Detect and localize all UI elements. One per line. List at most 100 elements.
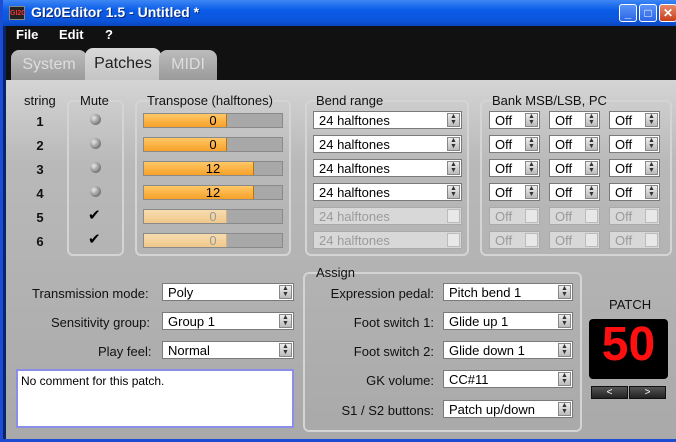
string-number: 5 <box>36 210 44 225</box>
bank-select-1[interactable]: Off ▲▼ <box>489 111 540 129</box>
bank-select-1[interactable]: Off ▲▼ <box>489 231 540 249</box>
spinner-icon[interactable]: ▲▼ <box>525 233 538 247</box>
comment-textarea[interactable]: No comment for this patch. <box>16 369 294 428</box>
bank-select-2[interactable]: Off ▲▼ <box>549 135 600 153</box>
bank-value: Off <box>495 209 513 224</box>
spinner-icon[interactable]: ▲▼ <box>645 185 658 199</box>
spinner-icon[interactable]: ▲▼ <box>447 209 460 223</box>
tab-system[interactable]: System <box>11 50 87 80</box>
patch-next-button[interactable]: > <box>629 386 666 399</box>
play-feel-select[interactable]: Normal ▲ ▼ <box>162 341 294 359</box>
bend-group-label: Bend range <box>316 93 384 108</box>
transpose-slider[interactable]: 0 <box>143 113 283 128</box>
menu-file[interactable]: File <box>16 27 38 42</box>
spinner-icon[interactable]: ▲▼ <box>525 113 538 127</box>
transpose-slider[interactable]: 0 <box>143 137 283 152</box>
transpose-slider[interactable]: 0 <box>143 233 283 248</box>
bend-range-select[interactable]: 24 halftones ▲▼ <box>313 135 462 153</box>
comment-text: No comment for this patch. <box>21 374 165 388</box>
bank-select-3[interactable]: Off ▲▼ <box>609 231 660 249</box>
spinner-icon[interactable]: ▲▼ <box>525 161 538 175</box>
assign-select[interactable]: Glide up 1 ▲ ▼ <box>443 312 573 330</box>
assign-select[interactable]: CC#11 ▲ ▼ <box>443 370 573 388</box>
assign-select[interactable]: Patch up/down ▲ ▼ <box>443 400 573 418</box>
mute-checkbox-checked[interactable]: ✔ <box>88 208 102 223</box>
bend-range-select[interactable]: 24 halftones ▲▼ <box>313 111 462 129</box>
bank-select-2[interactable]: Off ▲▼ <box>549 231 600 249</box>
spinner-icon[interactable]: ▲▼ <box>558 372 571 386</box>
transpose-slider[interactable]: 0 <box>143 209 283 224</box>
spinner-icon[interactable]: ▲▼ <box>558 343 571 357</box>
menu-edit[interactable]: Edit <box>59 27 84 42</box>
spinner-icon[interactable]: ▲▼ <box>279 343 292 357</box>
bank-select-2[interactable]: Off ▲▼ <box>549 159 600 177</box>
mute-led-icon[interactable] <box>90 138 101 149</box>
minimize-button[interactable]: _ <box>619 4 637 22</box>
spinner-icon[interactable]: ▲▼ <box>525 185 538 199</box>
bank-select-2[interactable]: Off ▲▼ <box>549 183 600 201</box>
assign-select[interactable]: Pitch bend 1 ▲ ▼ <box>443 283 573 301</box>
bank-select-3[interactable]: Off ▲▼ <box>609 135 660 153</box>
bend-range-select[interactable]: 24 halftones ▲▼ <box>313 183 462 201</box>
bank-select-3[interactable]: Off ▲▼ <box>609 111 660 129</box>
spinner-icon[interactable]: ▲▼ <box>447 113 460 127</box>
transpose-slider[interactable]: 12 <box>143 185 283 200</box>
spinner-icon[interactable]: ▲▼ <box>525 137 538 151</box>
title-bar[interactable]: GI20 GI20Editor 1.5 - Untitled * _ □ ✕ <box>3 0 676 26</box>
spinner-icon[interactable]: ▲▼ <box>585 113 598 127</box>
transpose-slider[interactable]: 12 <box>143 161 283 176</box>
bank-value: Off <box>495 113 513 128</box>
mute-led-icon[interactable] <box>90 114 101 125</box>
assign-select[interactable]: Glide down 1 ▲ ▼ <box>443 341 573 359</box>
close-button[interactable]: ✕ <box>659 4 676 22</box>
transmission-mode-label: Transmission mode: <box>32 286 149 301</box>
bend-range-select[interactable]: 24 halftones ▲▼ <box>313 159 462 177</box>
bank-select-3[interactable]: Off ▲▼ <box>609 183 660 201</box>
spinner-icon[interactable]: ▲▼ <box>558 314 571 328</box>
spinner-icon[interactable]: ▲▼ <box>447 185 460 199</box>
mute-led-icon[interactable] <box>90 186 101 197</box>
bank-select-2[interactable]: Off ▲▼ <box>549 207 600 225</box>
assign-label: Expression pedal: <box>330 286 434 301</box>
bend-range-value: 24 halftones <box>319 185 390 200</box>
spinner-icon[interactable]: ▲▼ <box>279 285 292 299</box>
transpose-value: 0 <box>209 113 217 128</box>
spinner-icon[interactable]: ▲▼ <box>558 402 571 416</box>
bank-select-1[interactable]: Off ▲▼ <box>489 207 540 225</box>
spinner-icon[interactable]: ▲▼ <box>585 161 598 175</box>
bank-select-1[interactable]: Off ▲▼ <box>489 183 540 201</box>
tab-patches[interactable]: Patches <box>85 48 161 80</box>
spinner-icon[interactable]: ▲▼ <box>585 233 598 247</box>
spinner-icon[interactable]: ▲▼ <box>585 209 598 223</box>
spinner-icon[interactable]: ▲▼ <box>447 161 460 175</box>
patch-prev-button[interactable]: < <box>591 386 628 399</box>
spinner-icon[interactable]: ▲▼ <box>645 233 658 247</box>
spinner-icon[interactable]: ▲▼ <box>525 209 538 223</box>
transmission-mode-select[interactable]: Poly ▲ ▼ <box>162 283 294 301</box>
spinner-icon[interactable]: ▲▼ <box>645 137 658 151</box>
transpose-value: 0 <box>209 209 217 224</box>
spinner-icon[interactable]: ▲▼ <box>279 314 292 328</box>
bank-select-1[interactable]: Off ▲▼ <box>489 135 540 153</box>
spinner-icon[interactable]: ▲▼ <box>585 137 598 151</box>
spinner-icon[interactable]: ▲▼ <box>447 137 460 151</box>
sensitivity-group-select[interactable]: Group 1 ▲ ▼ <box>162 312 294 330</box>
bank-select-3[interactable]: Off ▲▼ <box>609 159 660 177</box>
maximize-button[interactable]: □ <box>639 4 657 22</box>
spinner-icon[interactable]: ▲▼ <box>645 161 658 175</box>
bank-select-2[interactable]: Off ▲▼ <box>549 111 600 129</box>
spinner-icon[interactable]: ▲▼ <box>558 285 571 299</box>
menu-bar: File Edit ? <box>6 26 676 44</box>
spinner-icon[interactable]: ▲▼ <box>645 113 658 127</box>
mute-checkbox-checked[interactable]: ✔ <box>88 232 102 247</box>
menu-help[interactable]: ? <box>105 27 113 42</box>
tab-midi[interactable]: MIDI <box>159 50 217 80</box>
spinner-icon[interactable]: ▲▼ <box>585 185 598 199</box>
bank-select-1[interactable]: Off ▲▼ <box>489 159 540 177</box>
spinner-icon[interactable]: ▲▼ <box>447 233 460 247</box>
spinner-icon[interactable]: ▲▼ <box>645 209 658 223</box>
bend-range-select[interactable]: 24 halftones ▲▼ <box>313 231 462 249</box>
mute-led-icon[interactable] <box>90 162 101 173</box>
bank-select-3[interactable]: Off ▲▼ <box>609 207 660 225</box>
bend-range-select[interactable]: 24 halftones ▲▼ <box>313 207 462 225</box>
